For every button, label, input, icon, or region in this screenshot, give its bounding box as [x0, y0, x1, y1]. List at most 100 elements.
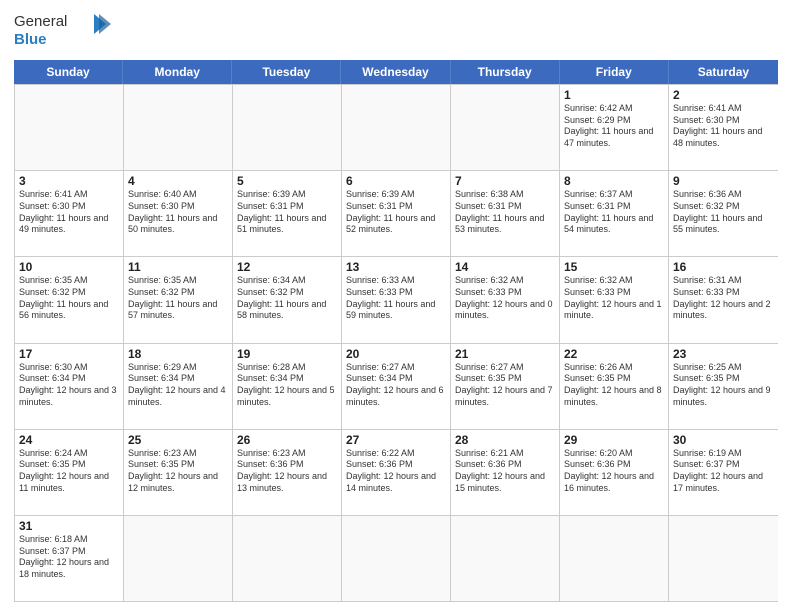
day-of-week-header: Wednesday [341, 60, 450, 84]
calendar-cell: 12Sunrise: 6:34 AMSunset: 6:32 PMDayligh… [233, 257, 342, 342]
calendar-cell: 4Sunrise: 6:40 AMSunset: 6:30 PMDaylight… [124, 171, 233, 256]
day-of-week-header: Friday [560, 60, 669, 84]
calendar-cell: 14Sunrise: 6:32 AMSunset: 6:33 PMDayligh… [451, 257, 560, 342]
day-of-week-header: Tuesday [232, 60, 341, 84]
cell-sun-info: Sunrise: 6:40 AMSunset: 6:30 PMDaylight:… [128, 189, 228, 236]
cell-sun-info: Sunrise: 6:27 AMSunset: 6:34 PMDaylight:… [346, 362, 446, 409]
calendar-cell: 18Sunrise: 6:29 AMSunset: 6:34 PMDayligh… [124, 344, 233, 429]
cell-sun-info: Sunrise: 6:35 AMSunset: 6:32 PMDaylight:… [128, 275, 228, 322]
calendar-cell: 21Sunrise: 6:27 AMSunset: 6:35 PMDayligh… [451, 344, 560, 429]
calendar-cell [669, 516, 778, 601]
cell-sun-info: Sunrise: 6:41 AMSunset: 6:30 PMDaylight:… [19, 189, 119, 236]
cell-sun-info: Sunrise: 6:39 AMSunset: 6:31 PMDaylight:… [237, 189, 337, 236]
calendar-cell: 24Sunrise: 6:24 AMSunset: 6:35 PMDayligh… [15, 430, 124, 515]
calendar-cell: 6Sunrise: 6:39 AMSunset: 6:31 PMDaylight… [342, 171, 451, 256]
cell-sun-info: Sunrise: 6:39 AMSunset: 6:31 PMDaylight:… [346, 189, 446, 236]
calendar-cell: 8Sunrise: 6:37 AMSunset: 6:31 PMDaylight… [560, 171, 669, 256]
day-number: 6 [346, 174, 446, 188]
day-of-week-header: Saturday [669, 60, 778, 84]
calendar-cell: 10Sunrise: 6:35 AMSunset: 6:32 PMDayligh… [15, 257, 124, 342]
calendar-cell: 22Sunrise: 6:26 AMSunset: 6:35 PMDayligh… [560, 344, 669, 429]
logo: General Blue [14, 10, 114, 52]
calendar-cell [233, 85, 342, 170]
day-number: 21 [455, 347, 555, 361]
day-number: 1 [564, 88, 664, 102]
calendar-row: 17Sunrise: 6:30 AMSunset: 6:34 PMDayligh… [15, 343, 778, 429]
calendar-body: 1Sunrise: 6:42 AMSunset: 6:29 PMDaylight… [14, 84, 778, 602]
day-number: 27 [346, 433, 446, 447]
calendar-row: 1Sunrise: 6:42 AMSunset: 6:29 PMDaylight… [15, 84, 778, 170]
cell-sun-info: Sunrise: 6:24 AMSunset: 6:35 PMDaylight:… [19, 448, 119, 495]
day-number: 28 [455, 433, 555, 447]
cell-sun-info: Sunrise: 6:34 AMSunset: 6:32 PMDaylight:… [237, 275, 337, 322]
calendar-cell: 5Sunrise: 6:39 AMSunset: 6:31 PMDaylight… [233, 171, 342, 256]
cell-sun-info: Sunrise: 6:33 AMSunset: 6:33 PMDaylight:… [346, 275, 446, 322]
calendar-cell: 17Sunrise: 6:30 AMSunset: 6:34 PMDayligh… [15, 344, 124, 429]
calendar-cell: 27Sunrise: 6:22 AMSunset: 6:36 PMDayligh… [342, 430, 451, 515]
calendar-cell [233, 516, 342, 601]
cell-sun-info: Sunrise: 6:20 AMSunset: 6:36 PMDaylight:… [564, 448, 664, 495]
cell-sun-info: Sunrise: 6:31 AMSunset: 6:33 PMDaylight:… [673, 275, 774, 322]
svg-text:General: General [14, 13, 67, 30]
day-number: 19 [237, 347, 337, 361]
day-number: 18 [128, 347, 228, 361]
day-number: 20 [346, 347, 446, 361]
day-number: 30 [673, 433, 774, 447]
day-number: 15 [564, 260, 664, 274]
day-number: 31 [19, 519, 119, 533]
cell-sun-info: Sunrise: 6:25 AMSunset: 6:35 PMDaylight:… [673, 362, 774, 409]
cell-sun-info: Sunrise: 6:42 AMSunset: 6:29 PMDaylight:… [564, 103, 664, 150]
cell-sun-info: Sunrise: 6:26 AMSunset: 6:35 PMDaylight:… [564, 362, 664, 409]
cell-sun-info: Sunrise: 6:29 AMSunset: 6:34 PMDaylight:… [128, 362, 228, 409]
day-number: 16 [673, 260, 774, 274]
day-of-week-header: Monday [123, 60, 232, 84]
day-number: 8 [564, 174, 664, 188]
generalblue-logo: General Blue [14, 10, 114, 52]
calendar-cell: 30Sunrise: 6:19 AMSunset: 6:37 PMDayligh… [669, 430, 778, 515]
calendar: SundayMondayTuesdayWednesdayThursdayFrid… [14, 60, 778, 602]
cell-sun-info: Sunrise: 6:19 AMSunset: 6:37 PMDaylight:… [673, 448, 774, 495]
day-number: 2 [673, 88, 774, 102]
day-number: 24 [19, 433, 119, 447]
day-number: 3 [19, 174, 119, 188]
calendar-cell [560, 516, 669, 601]
day-number: 7 [455, 174, 555, 188]
cell-sun-info: Sunrise: 6:38 AMSunset: 6:31 PMDaylight:… [455, 189, 555, 236]
calendar-cell: 11Sunrise: 6:35 AMSunset: 6:32 PMDayligh… [124, 257, 233, 342]
calendar-row: 24Sunrise: 6:24 AMSunset: 6:35 PMDayligh… [15, 429, 778, 515]
cell-sun-info: Sunrise: 6:23 AMSunset: 6:35 PMDaylight:… [128, 448, 228, 495]
calendar-cell: 16Sunrise: 6:31 AMSunset: 6:33 PMDayligh… [669, 257, 778, 342]
calendar-cell [451, 85, 560, 170]
calendar-cell [124, 516, 233, 601]
calendar-cell [124, 85, 233, 170]
cell-sun-info: Sunrise: 6:21 AMSunset: 6:36 PMDaylight:… [455, 448, 555, 495]
calendar-row: 10Sunrise: 6:35 AMSunset: 6:32 PMDayligh… [15, 256, 778, 342]
day-number: 14 [455, 260, 555, 274]
calendar-cell: 26Sunrise: 6:23 AMSunset: 6:36 PMDayligh… [233, 430, 342, 515]
cell-sun-info: Sunrise: 6:28 AMSunset: 6:34 PMDaylight:… [237, 362, 337, 409]
day-number: 12 [237, 260, 337, 274]
day-number: 5 [237, 174, 337, 188]
cell-sun-info: Sunrise: 6:23 AMSunset: 6:36 PMDaylight:… [237, 448, 337, 495]
day-of-week-header: Thursday [451, 60, 560, 84]
day-number: 17 [19, 347, 119, 361]
cell-sun-info: Sunrise: 6:35 AMSunset: 6:32 PMDaylight:… [19, 275, 119, 322]
calendar-cell: 3Sunrise: 6:41 AMSunset: 6:30 PMDaylight… [15, 171, 124, 256]
day-number: 26 [237, 433, 337, 447]
calendar-cell: 28Sunrise: 6:21 AMSunset: 6:36 PMDayligh… [451, 430, 560, 515]
cell-sun-info: Sunrise: 6:32 AMSunset: 6:33 PMDaylight:… [564, 275, 664, 322]
calendar-cell [451, 516, 560, 601]
cell-sun-info: Sunrise: 6:41 AMSunset: 6:30 PMDaylight:… [673, 103, 774, 150]
cell-sun-info: Sunrise: 6:22 AMSunset: 6:36 PMDaylight:… [346, 448, 446, 495]
cell-sun-info: Sunrise: 6:36 AMSunset: 6:32 PMDaylight:… [673, 189, 774, 236]
day-number: 11 [128, 260, 228, 274]
calendar-cell: 20Sunrise: 6:27 AMSunset: 6:34 PMDayligh… [342, 344, 451, 429]
cell-sun-info: Sunrise: 6:27 AMSunset: 6:35 PMDaylight:… [455, 362, 555, 409]
calendar-cell: 9Sunrise: 6:36 AMSunset: 6:32 PMDaylight… [669, 171, 778, 256]
day-number: 22 [564, 347, 664, 361]
calendar-cell: 29Sunrise: 6:20 AMSunset: 6:36 PMDayligh… [560, 430, 669, 515]
calendar-page: General Blue SundayMondayTuesdayWednesda… [0, 0, 792, 612]
calendar-cell: 7Sunrise: 6:38 AMSunset: 6:31 PMDaylight… [451, 171, 560, 256]
calendar-cell [342, 85, 451, 170]
calendar-header: SundayMondayTuesdayWednesdayThursdayFrid… [14, 60, 778, 84]
